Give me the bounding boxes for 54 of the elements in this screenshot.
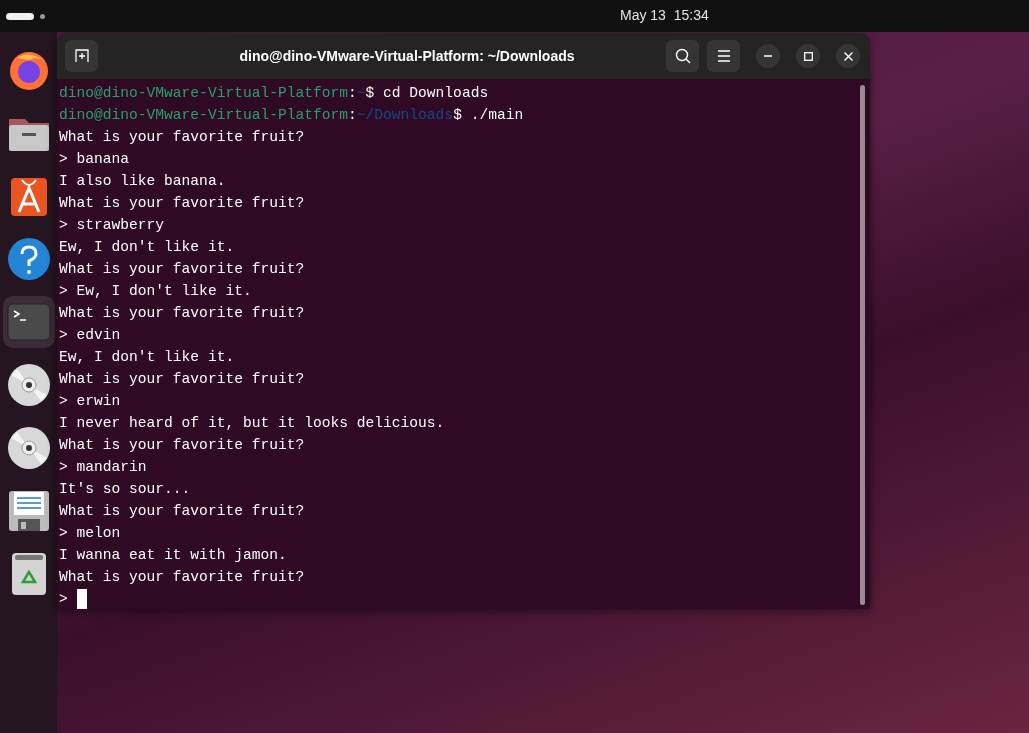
workspace-indicator[interactable] [40,13,45,19]
output-line: > melon [59,524,121,543]
output-line: What is your favorite fruit? [59,436,305,455]
workspace-indicator[interactable] [6,12,34,20]
menu-button[interactable] [707,40,740,72]
floppy-icon [6,489,51,533]
minimize-icon [764,55,772,57]
output-line: I wanna eat it with jamon. [59,546,287,565]
output-line: What is your favorite fruit? [59,568,305,587]
output-line: What is your favorite fruit? [59,128,305,147]
new-tab-button[interactable] [65,40,98,72]
output-line: Ew, I don't like it. [59,238,235,257]
scrollbar[interactable] [860,85,865,605]
help-icon [6,237,51,281]
input-prompt: > [59,590,68,609]
terminal-icon [6,303,51,341]
prompt-separator: : [348,84,357,103]
maximize-icon [803,51,813,61]
output-line: Ew, I don't like it. [59,348,235,367]
output-line: > mandarin [59,458,147,477]
close-icon [843,51,853,61]
output-line: What is your favorite fruit? [59,502,305,521]
new-tab-icon [74,49,89,63]
command-text: $ ./main [453,106,524,125]
text-cursor [76,588,87,609]
search-icon [674,48,691,64]
output-line: It's so sour... [59,480,191,499]
command-text: $ cd Downloads [365,84,489,103]
output-line: I also like banana. [59,172,226,191]
minimize-button[interactable] [756,44,780,68]
output-line: > erwin [59,392,121,411]
output-line: > banana [59,150,130,169]
output-line: What is your favorite fruit? [59,304,305,323]
menu-icon [716,50,731,62]
disc-icon [6,426,51,470]
disc-icon [6,363,51,407]
prompt-separator: : [348,106,357,125]
output-line: > Ew, I don't like it. [59,282,252,301]
prompt-user: dino@dino-VMware-Virtual-Platform [59,106,348,125]
output-line: > edvin [59,326,121,345]
maximize-button[interactable] [796,44,820,68]
prompt-path: ~ [356,84,366,103]
clock[interactable]: May 13 15:34 [620,7,709,23]
close-button[interactable] [836,44,860,68]
output-line: > strawberry [59,216,165,235]
trash-icon [10,552,47,596]
window-title: dino@dino-VMware-Virtual-Platform: ~/Downloads [238,48,576,64]
output-line: What is your favorite fruit? [59,194,305,213]
prompt-path: ~/Downloads [356,106,454,125]
output-line: What is your favorite fruit? [59,260,305,279]
output-line: I never heard of it, but it looks delicious. [59,414,445,433]
output-line: What is your favorite fruit? [59,370,305,389]
search-button[interactable] [666,40,699,72]
prompt-user: dino@dino-VMware-Virtual-Platform [59,84,348,103]
